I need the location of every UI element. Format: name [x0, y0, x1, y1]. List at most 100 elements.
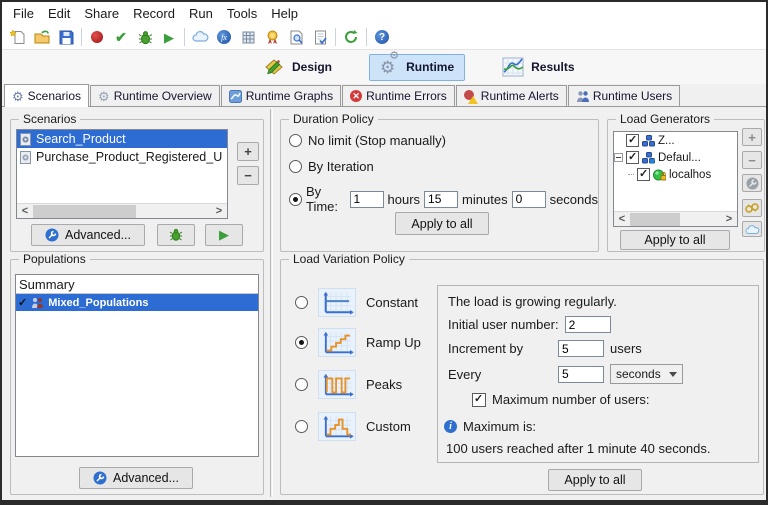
ramp-up-radio[interactable] [295, 336, 308, 349]
max-users-checkbox[interactable] [472, 392, 486, 407]
debug-button[interactable] [133, 26, 157, 48]
scroll-left-icon[interactable]: < [17, 205, 33, 217]
mode-results[interactable]: Results [491, 52, 585, 82]
radio-by-time[interactable]: By Time: hours minutes seconds [289, 184, 598, 214]
populations-header[interactable]: Summary [16, 275, 258, 294]
check-list-button[interactable] [308, 26, 332, 48]
no-limit-radio[interactable] [289, 134, 302, 147]
vertical-splitter[interactable] [270, 109, 271, 497]
help-button[interactable]: ? [370, 26, 394, 48]
scroll-right-icon[interactable]: > [211, 205, 227, 217]
menu-edit[interactable]: Edit [41, 3, 77, 24]
tab-label: Runtime Alerts [480, 89, 559, 103]
functions-button[interactable]: fx [212, 26, 236, 48]
ramp-up-label: Ramp Up [366, 335, 421, 350]
ramp-up-detail-panel: The load is growing regularly. Initial u… [437, 285, 759, 463]
peaks-label: Peaks [366, 377, 403, 392]
tree-row-default[interactable]: Defaul... [614, 149, 737, 166]
validate-button[interactable]: ✔ [109, 26, 133, 48]
collapse-icon[interactable] [614, 153, 623, 162]
record-button[interactable] [85, 26, 109, 48]
runtime-icon: ⚙ ⚙ [380, 49, 400, 77]
save-button[interactable] [54, 26, 78, 48]
certificate-button[interactable] [260, 26, 284, 48]
load-generators-hscrollbar[interactable]: < > [614, 211, 737, 226]
populations-advanced-button[interactable]: Advanced... [79, 467, 193, 489]
by-time-radio[interactable] [289, 192, 302, 206]
search-document-button[interactable] [284, 26, 308, 48]
tree-row-localhost[interactable]: localhos [614, 166, 737, 183]
menu-share[interactable]: Share [77, 3, 126, 24]
duration-apply-button[interactable]: Apply to all [395, 212, 489, 235]
every-input[interactable] [558, 365, 604, 383]
play-button[interactable]: ▶ [157, 26, 181, 48]
population-row[interactable]: ✓ Mixed_Populations [16, 294, 258, 311]
tab-runtime-errors[interactable]: ✕ Runtime Errors [342, 85, 455, 106]
scroll-thumb[interactable] [630, 212, 681, 226]
scenario-remove-button[interactable]: − [237, 166, 259, 185]
tab-runtime-graphs[interactable]: Runtime Graphs [220, 85, 342, 106]
constant-radio[interactable] [295, 296, 308, 309]
load-generator-add-button[interactable]: + [742, 128, 762, 146]
tab-runtime-users[interactable]: Runtime Users [567, 85, 681, 106]
menu-run[interactable]: Run [182, 3, 220, 24]
menu-tools[interactable]: Tools [220, 3, 264, 24]
radio-ramp-up[interactable]: Ramp Up [295, 328, 421, 357]
population-checkbox[interactable]: ✓ [18, 296, 27, 309]
menu-file[interactable]: File [6, 3, 41, 24]
tab-runtime-alerts[interactable]: Runtime Alerts [455, 85, 567, 106]
load-generator-provision-button[interactable] [742, 199, 762, 217]
load-generator-advanced-button[interactable] [742, 174, 762, 192]
default-checkbox[interactable] [626, 151, 639, 164]
radio-custom[interactable]: Custom [295, 412, 411, 441]
peaks-radio[interactable] [295, 378, 308, 391]
refresh-project-button[interactable] [339, 26, 363, 48]
radio-no-limit[interactable]: No limit (Stop manually) [289, 133, 446, 148]
load-generator-remove-button[interactable]: − [742, 151, 762, 169]
tab-runtime-overview[interactable]: ⚙ Runtime Overview [90, 85, 220, 106]
load-generator-cloud-button[interactable] [742, 221, 762, 237]
scenario-add-button[interactable]: + [237, 142, 259, 161]
load-generators-apply-button[interactable]: Apply to all [620, 230, 730, 250]
radio-by-iteration[interactable]: By Iteration [289, 159, 374, 174]
populations-panel-title: Populations [19, 252, 90, 266]
scenarios-advanced-button[interactable]: Advanced... [31, 224, 145, 246]
menu-help[interactable]: Help [264, 3, 305, 24]
scenario-list-item[interactable]: Purchase_Product_Registered_U [17, 148, 227, 166]
minutes-input[interactable] [424, 190, 459, 208]
custom-radio[interactable] [295, 420, 308, 433]
scroll-left-icon[interactable]: < [614, 213, 630, 225]
data-table-icon [242, 31, 254, 43]
mode-runtime[interactable]: ⚙ ⚙ Runtime [369, 49, 466, 81]
menu-record[interactable]: Record [126, 3, 182, 24]
duration-policy-title: Duration Policy [289, 112, 378, 126]
tab-scenarios[interactable]: ⚙ Scenarios [4, 84, 90, 107]
localhost-checkbox[interactable] [637, 168, 650, 181]
increment-input[interactable] [558, 340, 604, 357]
cloud-button[interactable] [188, 26, 212, 48]
scenario-play-button[interactable]: ▶ [205, 224, 243, 246]
open-project-button[interactable] [30, 26, 54, 48]
initial-user-input[interactable] [564, 316, 611, 333]
new-document-button[interactable] [6, 26, 30, 48]
hours-input[interactable] [349, 190, 384, 208]
scenario-list-item[interactable]: Search_Product [17, 130, 227, 148]
scroll-right-icon[interactable]: > [721, 213, 737, 225]
seconds-input[interactable] [511, 190, 546, 208]
scenario-check-button[interactable] [157, 224, 195, 246]
data-table-button[interactable] [236, 26, 260, 48]
radio-peaks[interactable]: Peaks [295, 370, 402, 399]
refresh-project-icon [345, 30, 358, 43]
wrench-icon [93, 471, 107, 485]
radio-constant[interactable]: Constant [295, 288, 418, 317]
tree-row-zone[interactable]: Z... [614, 132, 737, 149]
zone-checkbox[interactable] [626, 134, 639, 147]
load-variation-apply-button[interactable]: Apply to all [548, 469, 642, 491]
tab-label: Runtime Overview [113, 89, 212, 103]
by-iteration-radio[interactable] [289, 160, 302, 173]
scroll-thumb[interactable] [33, 204, 137, 218]
every-unit-select[interactable]: seconds [610, 364, 683, 384]
no-limit-label: No limit (Stop manually) [308, 133, 446, 148]
scenarios-hscrollbar[interactable]: < > [17, 203, 227, 218]
mode-design[interactable]: Design [252, 52, 343, 82]
